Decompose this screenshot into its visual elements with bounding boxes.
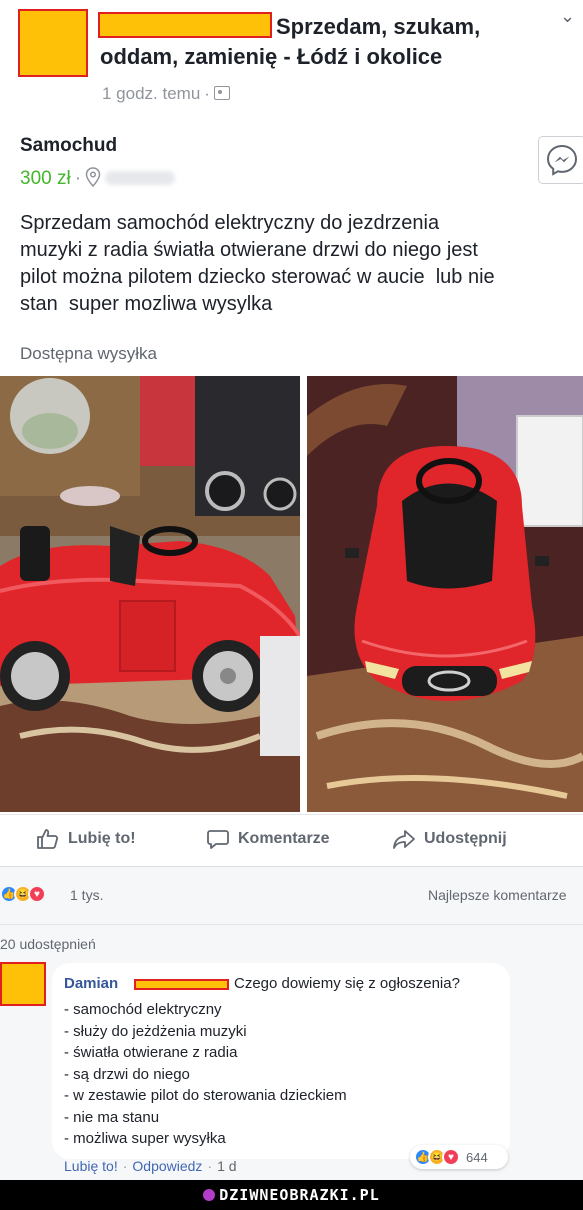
red-car-side-image: [0, 376, 300, 812]
comment-line: - samochód elektryczny: [64, 1001, 222, 1018]
listing-photo-1[interactable]: [0, 376, 300, 812]
listing-title: Samochud: [20, 135, 118, 156]
messenger-icon: [546, 144, 578, 176]
comment-label: Komentarze: [238, 830, 330, 847]
commenter-name[interactable]: Damian: [64, 975, 118, 992]
comment-headline: Czego dowiemy się z ogłoszenia?: [234, 975, 460, 992]
share-button[interactable]: Udostępnij: [392, 827, 507, 851]
comment-line: - służy do jeżdżenia muzyki: [64, 1022, 247, 1040]
shares-count[interactable]: 20 udostępnień: [0, 936, 96, 952]
comment-line: - w zestawie pilot do sterowania dziecki…: [64, 1087, 347, 1104]
post-meta: 1 godz. temu ·: [102, 84, 230, 104]
watermark-bar: DZIWNEOBRAZKI.PL: [0, 1180, 583, 1210]
post-card: Sprzedam, szukam, oddam, zamienię - Łódź…: [0, 0, 583, 866]
comment-sort-dropdown[interactable]: Najlepsze komentarze: [428, 887, 567, 903]
author-avatar-redacted[interactable]: [18, 9, 88, 77]
group-title[interactable]: Sprzedam, szukam, oddam, zamienię - Łódź…: [100, 12, 540, 72]
watermark-logo: DZIWNEOBRAZKI.PL: [203, 1186, 380, 1204]
comment-bubble: Damian Czego dowiemy się z ogłoszenia? -…: [52, 963, 510, 1159]
like-button[interactable]: Lubię to!: [36, 827, 136, 851]
comment-like-link[interactable]: Lubię to!: [64, 1158, 118, 1174]
comment-line: - możliwa super wysyłka: [64, 1130, 226, 1147]
love-reaction-icon: ♥: [442, 1148, 460, 1166]
comment-icon: [207, 830, 229, 849]
red-car-front-image: [307, 376, 583, 812]
comment-button[interactable]: Komentarze: [206, 827, 330, 851]
comment-reply-link[interactable]: Odpowiedz: [132, 1158, 202, 1174]
shipping-label: Dostępna wysyłka: [20, 344, 158, 363]
commenter-surname-redacted: [134, 979, 229, 990]
location-pin-icon: [85, 167, 101, 188]
price-row: 300 zł ·: [20, 167, 176, 190]
reactions-summary: 👍 😆 ♥ 1 tys. Najlepsze komentarze: [0, 866, 583, 924]
comment-line: - są drzwi do niego: [64, 1065, 190, 1083]
comment-actions: Lubię to! · Odpowiedz · 1 d: [64, 1158, 237, 1174]
chevron-down-icon[interactable]: ⌄: [560, 6, 575, 27]
listing-price: 300 zł: [20, 168, 71, 189]
watermark-text: DZIWNEOBRAZKI.PL: [219, 1186, 380, 1204]
post-actions: Lubię to! Komentarze Udostępnij: [0, 814, 583, 862]
location-blurred: [105, 171, 176, 185]
reactions-count[interactable]: 1 tys.: [70, 887, 103, 903]
comment-line: - światła otwierane z radia: [64, 1044, 238, 1061]
love-reaction-icon: ♥: [28, 885, 46, 903]
comment-reactions-count: 644: [466, 1149, 488, 1165]
comment-time[interactable]: 1 d: [217, 1158, 236, 1174]
thumbs-up-icon: [37, 829, 59, 849]
share-arrow-icon: [393, 830, 415, 849]
photo-icon: [213, 86, 230, 100]
comment-reactions[interactable]: 👍 😆 ♥ 644: [410, 1145, 508, 1169]
share-label: Udostępnij: [424, 830, 507, 847]
shares-row: 20 udostępnień: [0, 924, 583, 958]
listing-photo-2[interactable]: [307, 376, 583, 812]
reaction-icons[interactable]: 👍 😆 ♥: [0, 885, 46, 903]
commenter-avatar-redacted[interactable]: [0, 962, 46, 1006]
post-time[interactable]: 1 godz. temu: [102, 84, 200, 103]
comment-line: - nie ma stanu: [64, 1108, 160, 1126]
messenger-button[interactable]: [538, 136, 583, 184]
comment-body: - samochód elektryczny - służy do jeżdże…: [64, 999, 347, 1150]
listing-description: Sprzedam samochód elektryczny do jezdrze…: [20, 212, 495, 315]
watermark-logo-icon: [203, 1189, 216, 1201]
like-label: Lubię to!: [68, 830, 136, 847]
